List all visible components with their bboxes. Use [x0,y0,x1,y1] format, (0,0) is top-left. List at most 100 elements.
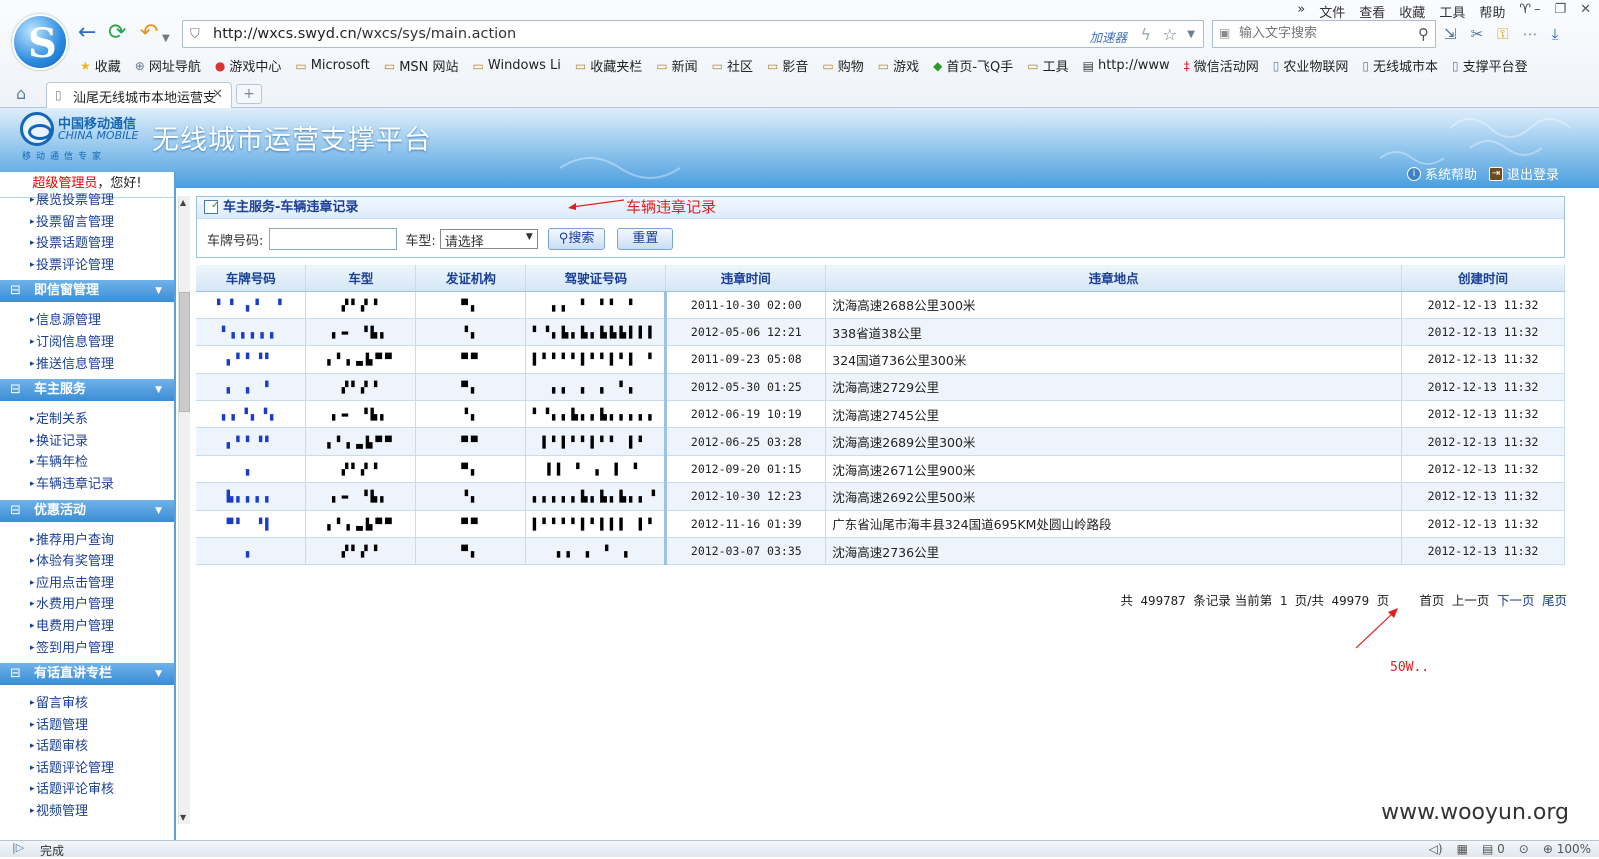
fav-item[interactable]: ◆ 首页-飞Q手 [933,56,1013,76]
undo-dropdown-icon[interactable]: ▼ [162,28,170,50]
col-org[interactable]: 发证机构 [415,265,527,292]
table-row[interactable]: ▖ ▖ ▘ ▞▘▞▝ ▀▖ ▖▖ ▖ ▖ ▘▖ 2012-05-30 01:25 沈海高速… [196,373,1565,402]
sidebar-item[interactable]: 推荐用户查询 [0,530,174,552]
menu-file[interactable]: 文件 [1319,2,1345,21]
menu-help[interactable]: 帮助 [1479,2,1505,21]
ie-icon[interactable]: ⊙ [1519,842,1529,856]
system-help-link[interactable]: i 系统帮助 [1406,164,1477,183]
search-input[interactable] [1239,25,1399,40]
zoom-control[interactable]: ⊕ 100% [1543,842,1591,856]
menu-view[interactable]: 查看 [1359,2,1385,21]
sidebar-toggle-icon[interactable]: |▷ [12,841,24,854]
fav-item[interactable]: ▭ Microsoft [295,56,370,75]
reset-button[interactable]: 重置 [617,228,674,250]
type-select[interactable]: 请选择 [439,229,538,250]
sidebar-item[interactable]: 签到用户管理 [0,638,174,660]
sidebar-item[interactable]: 展览投票管理 [0,190,174,212]
scissors-icon[interactable]: ✂ [1471,25,1484,43]
lightning-icon[interactable]: ϟ [1140,25,1151,44]
sidebar-item[interactable]: 话题评论管理 [0,758,174,780]
refresh-icon[interactable]: ⟳ [108,22,126,44]
close-tab-icon[interactable]: ✕ [212,87,223,102]
scroll-down-icon[interactable]: ▼ [180,813,186,822]
sidebar-item[interactable]: 换证记录 [0,431,174,453]
accelerator-label[interactable]: 加速器 [1089,27,1127,46]
sidebar-item[interactable]: 留言审核 [0,693,174,715]
lock-icon[interactable]: ▦ [1457,842,1468,856]
star-icon[interactable]: ☆ [1163,25,1177,44]
sidebar-group-header[interactable]: 车主服务 [0,379,174,402]
table-row[interactable]: ▖ ▞▘▞▝ ▀▖ ▖▖ ▖ ▘ ▖ 2012-03-07 03:35 沈海高速2736公… [196,537,1565,566]
fav-item[interactable]: ▤ http://www [1083,56,1170,75]
fav-item[interactable]: ▭ 工具 [1027,56,1068,76]
fav-item[interactable]: ‡ 微信活动网 [1184,56,1259,76]
sidebar-item[interactable]: 车辆违章记录 [0,474,174,496]
menu-tools[interactable]: 工具 [1439,2,1465,21]
table-row[interactable]: ▀▘ ▝▌ ▖▘▖▃▙▀▀ ▀▀ ▌▘▘▘▘▌▘▌▌▌ ▌▘ 2012-11-16 01… [196,510,1565,539]
sidebar-item[interactable]: 投票话题管理 [0,233,174,255]
back-arrow-icon[interactable]: ← [78,22,96,44]
menu-favorites[interactable]: 收藏 [1399,2,1425,21]
sidebar-item[interactable]: 推送信息管理 [0,354,174,376]
scroll-up-icon[interactable]: ▲ [180,198,186,207]
restore-icon[interactable]: ❐ [1554,2,1566,17]
tab-active[interactable]: ▯ 汕尾无线城市本地运营支 ✕ [46,82,232,108]
menu-more[interactable]: » [1297,2,1305,21]
search-button[interactable]: ⚲搜索 [547,228,606,250]
skin-icon[interactable]: ♈ [1519,2,1531,21]
fav-item[interactable]: ▭ 新闻 [656,56,697,76]
volume-icon[interactable]: ◁) [1429,842,1443,856]
sidebar-group-header[interactable]: 即信窗管理 [0,280,174,303]
table-row[interactable]: ▖▘▘▝▘ ▖▘▖▃▙▀▀ ▀▀ ▌▘▘▘▘▌▘▘▌▘▌ ▘ 2011-09-23 05… [196,345,1565,374]
sidebar-item[interactable]: 视频管理 [0,801,174,823]
sidebar-group-header[interactable]: 有话直讲专栏 [0,663,174,686]
fav-item[interactable]: ▯ 农业物联网 [1273,56,1349,76]
logout-link[interactable]: ⇥ 退出登录 [1488,164,1559,183]
undo-icon[interactable]: ↶ [140,22,158,44]
pager-last-link[interactable]: 尾页 [1542,593,1567,608]
minimize-icon[interactable]: – [1534,2,1541,17]
sidebar-item[interactable]: 电费用户管理 [0,616,174,638]
col-type[interactable]: 车型 [305,265,417,292]
sidebar-item[interactable]: 投票留言管理 [0,212,174,234]
col-license[interactable]: 驾驶证号码 [525,265,667,292]
table-row[interactable]: ▖ ▞▘▞▝ ▀▖ ▌▌ ▘ ▖ ▌ ▘ 2012-09-20 01:15 沈海高速267… [196,455,1565,484]
col-plate[interactable]: 车牌号码 [196,265,307,292]
plate-input[interactable] [269,228,398,250]
fav-item[interactable]: ▭ 影音 [767,56,808,76]
sidebar-item[interactable]: 体验有奖管理 [0,551,174,573]
key-icon[interactable]: ⚿ [1497,25,1508,43]
search-box[interactable]: ▣ ⚲ [1212,20,1436,48]
col-created[interactable]: 创建时间 [1401,265,1565,292]
fav-item[interactable]: ▭ 社区 [712,56,753,76]
fav-item[interactable]: ● 游戏中心 [215,56,282,76]
fav-item[interactable]: ▭ MSN 网站 [384,56,459,76]
sidebar-item[interactable]: 话题评论审核 [0,779,174,801]
scroll-thumb[interactable] [179,292,190,412]
fav-star[interactable]: ★ 收藏 [80,56,121,76]
more-icon[interactable]: ⋯ [1523,25,1538,43]
fav-item[interactable]: ▭ 收藏夹栏 [575,56,642,76]
browser-logo-icon[interactable] [12,14,68,70]
fav-item[interactable]: ▯ 无线城市本 [1362,56,1438,76]
table-row[interactable]: ▖▘▘▝▘ ▖▘▖▃▙▀▀ ▀▀ ▌▘▌▘▘▌▘▘ ▌▘ 2012-06-25 03:2… [196,427,1565,456]
new-tab-button[interactable]: + [236,84,262,104]
sidebar-item[interactable]: 话题管理 [0,715,174,737]
vertical-scrollbar[interactable]: ▲ ▼ [178,196,190,824]
sidebar-item[interactable]: 车辆年检 [0,452,174,474]
count-indicator[interactable]: ▤ 0 [1482,842,1505,856]
sidebar-item[interactable]: 应用点击管理 [0,573,174,595]
sidebar-item[interactable]: 定制关系 [0,409,174,431]
sidebar-item[interactable]: 信息源管理 [0,310,174,332]
sidebar-group-header[interactable]: 优惠活动 [0,499,174,522]
table-row[interactable]: ▘▝ ▖▘ ▝ ▞▘▞▝ ▀▖ ▖▖ ▘ ▘▘ ▘ 2011-10-30 02:00 沈海… [196,291,1565,319]
fav-item[interactable]: ▭ Windows Li [473,56,561,75]
download-icon[interactable]: ⤓ [1552,25,1559,43]
table-row[interactable]: ▙▖▖▖▖ ▖▬ ▝▙▖ ▝▖ ▖▖▖▖▖▙▖▙▖▙▖▖▝ 2012-10-30 12:… [196,482,1565,511]
fav-item[interactable]: ⊕ 网址导航 [135,56,201,76]
table-row[interactable]: ▘▖▖▖▖▖ ▖▬ ▝▙▖ ▝▖ ▘▝▖▙▖▙▖▙▙▙▌▌▌ 2012-05-06 12… [196,318,1565,347]
address-dropdown-icon[interactable]: ▼ [1187,29,1195,40]
fav-item[interactable]: ▭ 游戏 [878,56,919,76]
sidebar-item[interactable]: 订阅信息管理 [0,332,174,354]
sidebar-item[interactable]: 投票评论管理 [0,255,174,277]
